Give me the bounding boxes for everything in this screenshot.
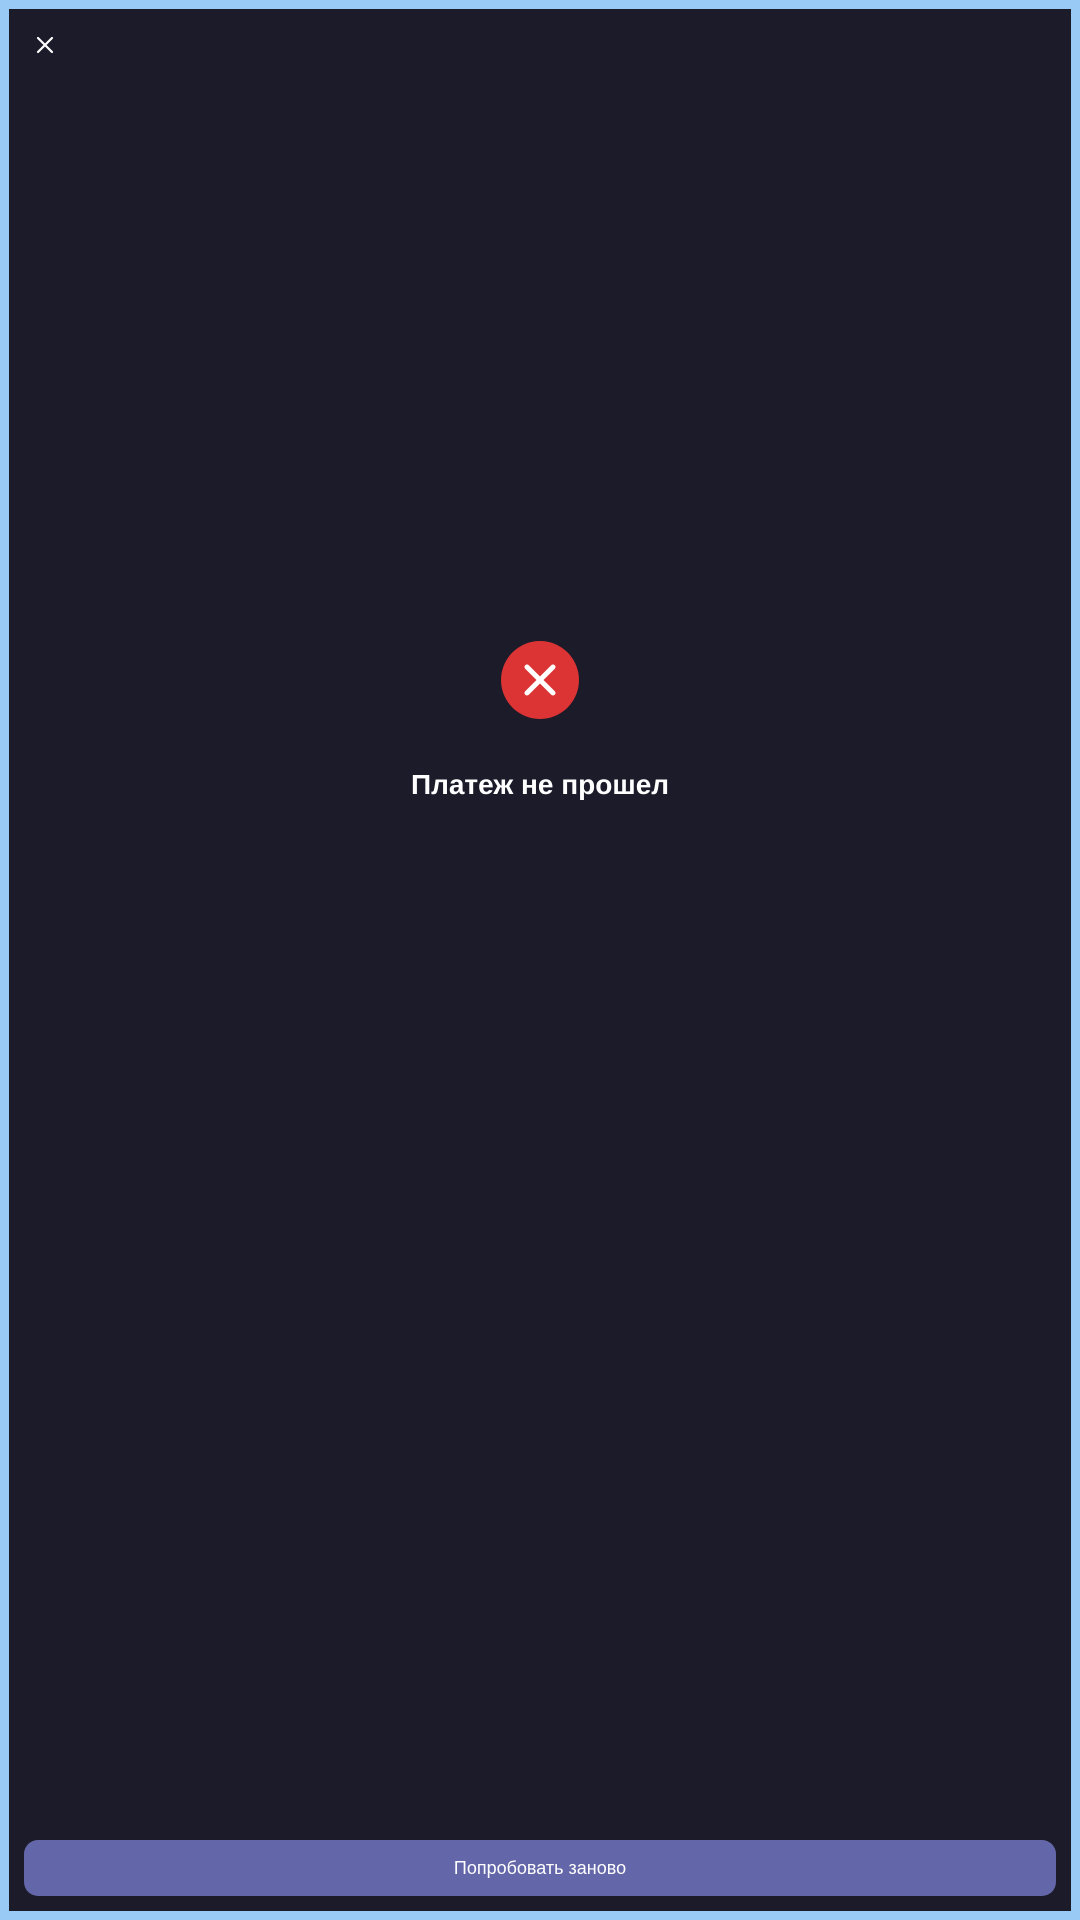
close-button[interactable] [21, 21, 69, 69]
payment-result-screen: Платеж не прошел Попробовать заново [9, 9, 1071, 1911]
page-title: Платеж не прошел [410, 769, 670, 800]
retry-button[interactable]: Попробовать заново [24, 1840, 1056, 1896]
error-status-icon [501, 641, 579, 719]
error-x-icon [524, 664, 556, 696]
close-icon [36, 36, 54, 54]
